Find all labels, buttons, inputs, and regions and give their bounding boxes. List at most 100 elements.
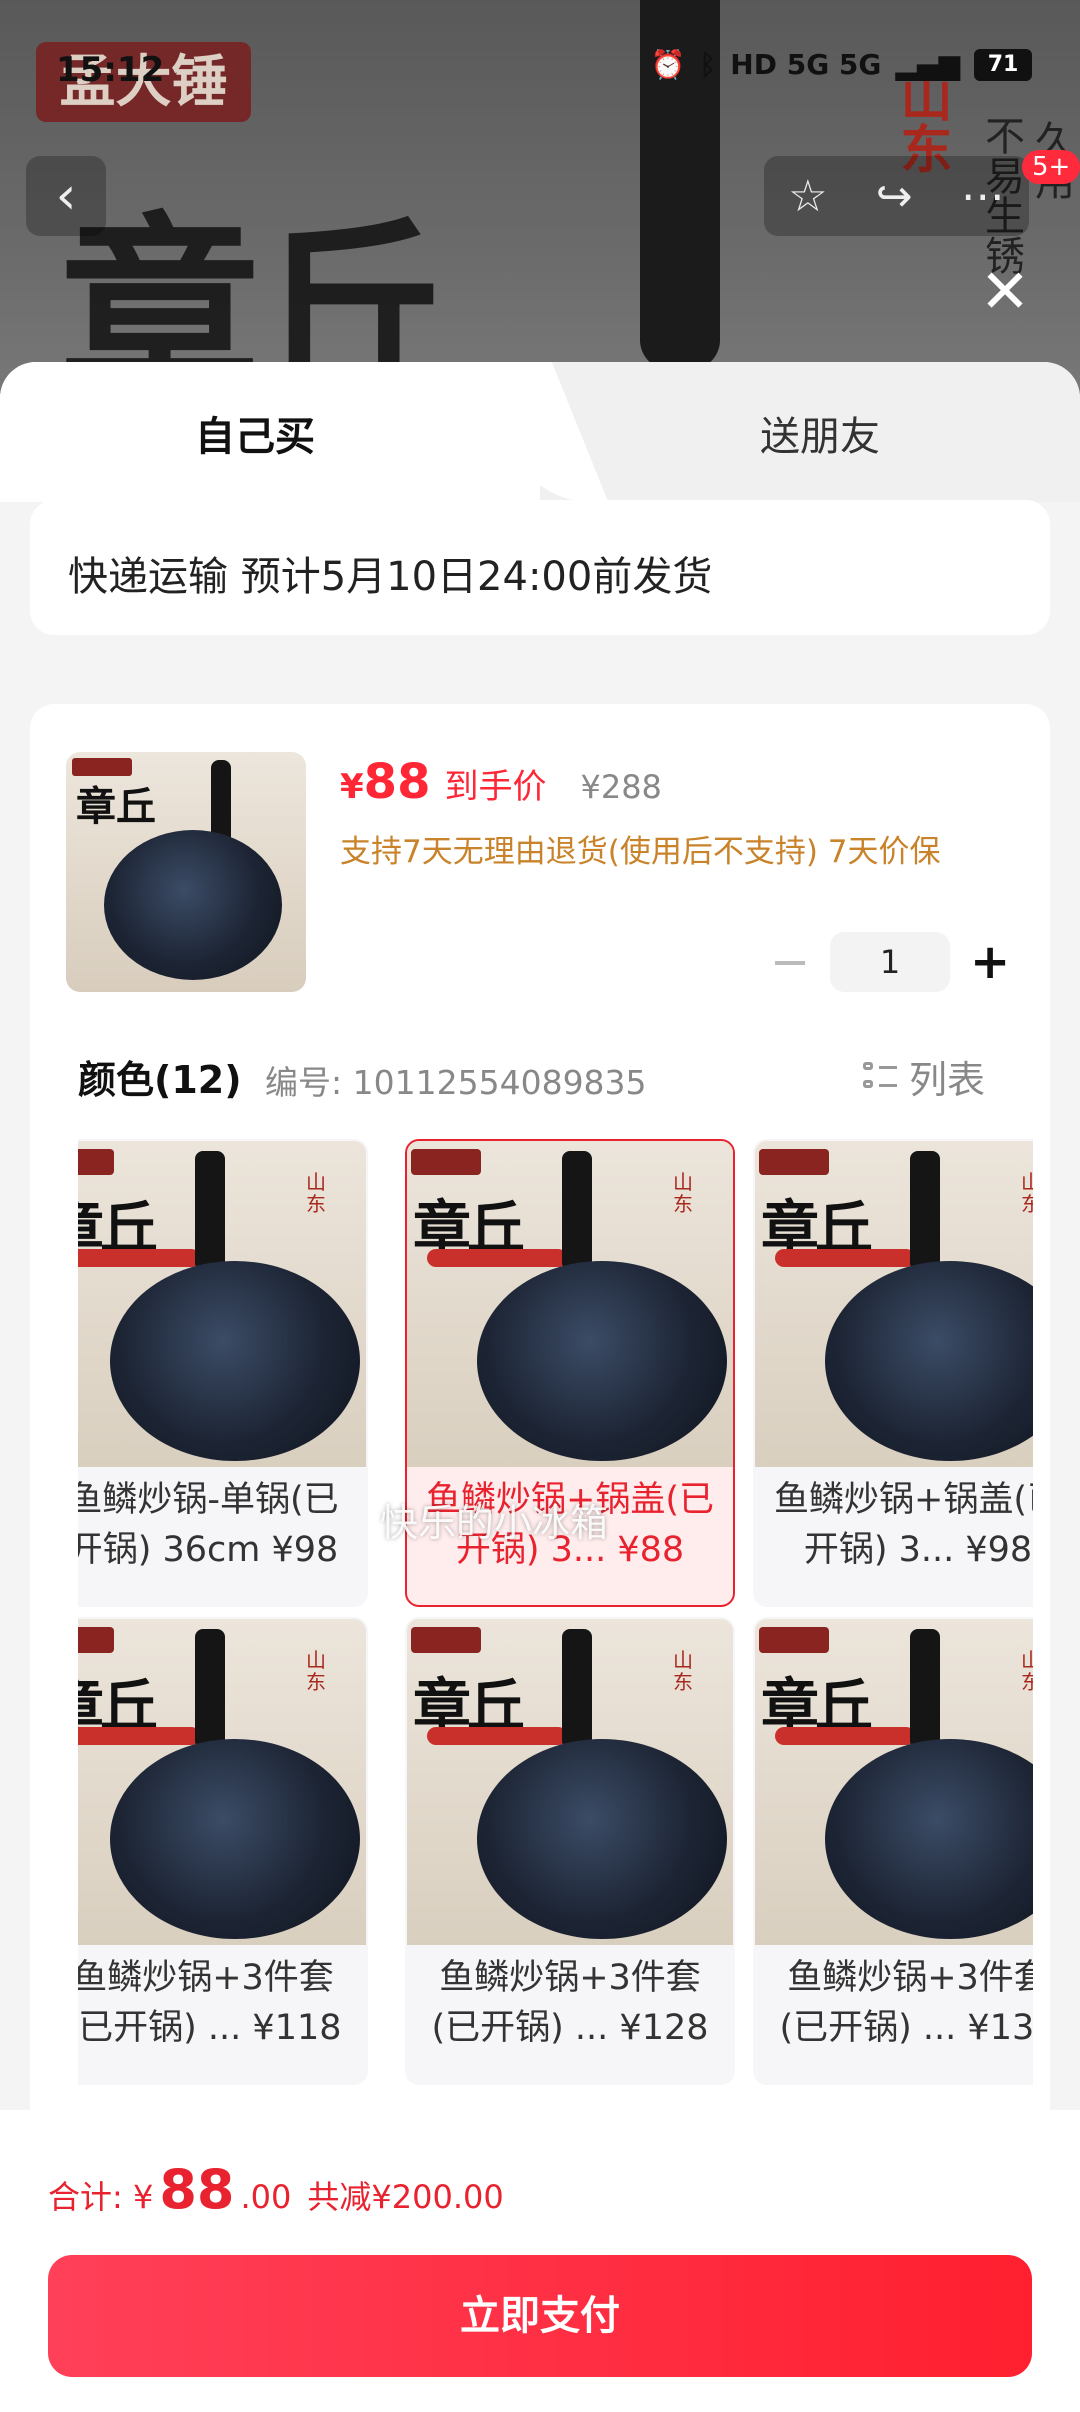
- variant-label-line2: (已开锅) ... ¥128: [431, 2008, 709, 2048]
- variant-image: 章丘 山东: [78, 1619, 366, 1945]
- variant-item[interactable]: 章丘 山东 鱼鳞炒锅+3件套 (已开锅) ... ¥138: [753, 1617, 1033, 2085]
- status-bar: 15:12 ⏰ ᛒ HD 5G 5G ▂▄▆ 71: [0, 44, 1080, 94]
- variant-label: 鱼鳞炒锅+3件套 (已开锅) ... ¥128: [407, 1953, 733, 2053]
- variant-item[interactable]: 章丘 山东 鱼鳞炒锅+锅盖(已开锅) 3... ¥98: [753, 1139, 1033, 1607]
- price-value: 88: [363, 754, 431, 810]
- variant-pan: [825, 1739, 1033, 1939]
- tab-gift-friend[interactable]: 送朋友: [760, 404, 880, 462]
- variant-red-strip: [78, 1249, 200, 1267]
- status-icons: ⏰ ᛒ HD 5G 5G ▂▄▆ 71: [651, 48, 1032, 81]
- signal-icon: ▂▄▆: [895, 48, 960, 81]
- price-row: ¥88 到手价 ¥288: [340, 754, 662, 810]
- variant-pan-handle: [562, 1629, 592, 1749]
- variant-seal: [759, 1149, 829, 1175]
- list-view-toggle[interactable]: 列表: [863, 1049, 985, 1104]
- total-int: 88: [159, 2158, 235, 2221]
- variant-label-line1: 鱼鳞炒锅+3件套: [439, 1958, 701, 1998]
- variant-seal: [78, 1627, 114, 1653]
- variant-seal: [78, 1149, 114, 1175]
- close-icon[interactable]: ✕: [975, 262, 1035, 322]
- shipping-text: 快递运输 预计5月10日24:00前发货: [68, 554, 713, 600]
- variant-label: 鱼鳞炒锅+锅盖(已开锅) 3... ¥98: [755, 1475, 1033, 1575]
- variant-label-line2: 开锅) 36cm ¥98: [78, 1530, 339, 1570]
- top-actions: ☆ ↪ ⋯: [764, 156, 1029, 236]
- variant-image: 章丘 山东: [78, 1141, 366, 1467]
- variant-seal: [411, 1627, 481, 1653]
- shipping-card: 快递运输 预计5月10日24:00前发货: [30, 500, 1050, 635]
- variant-vertical-red: 山东: [673, 1170, 693, 1216]
- pay-now-button[interactable]: 立即支付: [48, 2255, 1032, 2377]
- price-tag: 到手价: [444, 767, 547, 807]
- variant-label-line2: (已开锅) ... ¥118: [78, 2008, 342, 2048]
- variant-title: 颜色(12): [78, 1058, 242, 1102]
- battery-icon: 71: [974, 48, 1032, 81]
- variant-item[interactable]: 章丘 山东 鱼鳞炒锅+3件套 (已开锅) ... ¥128: [405, 1617, 735, 2085]
- variant-seal: [411, 1149, 481, 1175]
- variant-item[interactable]: 章丘 山东 鱼鳞炒锅+3件套 (已开锅) ... ¥118: [78, 1617, 368, 2085]
- share-icon[interactable]: ↪: [876, 171, 913, 222]
- variant-grid: 章丘 山东 鱼鳞炒锅-单锅(已开锅) 36cm ¥98 章丘 山东 鱼鳞: [78, 1139, 1033, 2139]
- variant-red-strip: [775, 1727, 915, 1745]
- variant-image: 章丘 山东: [407, 1141, 733, 1467]
- variant-label: 鱼鳞炒锅+3件套 (已开锅) ... ¥138: [755, 1953, 1033, 2053]
- message-badge: 5+: [1022, 150, 1080, 184]
- variant-pan: [110, 1261, 360, 1461]
- variant-label-line2: 开锅) 3... ¥98: [803, 1530, 1033, 1570]
- variant-label-line2: (已开锅) ... ¥138: [779, 2008, 1033, 2048]
- watermark-text: 快乐的小冰箱: [380, 1501, 609, 1545]
- variant-image: 章丘 山东: [755, 1619, 1033, 1945]
- variant-vertical-red: 山东: [673, 1648, 693, 1694]
- thumb-title: 章丘: [76, 783, 156, 830]
- variant-item[interactable]: 章丘 山东 鱼鳞炒锅-单锅(已开锅) 36cm ¥98: [78, 1139, 368, 1607]
- back-button[interactable]: ‹: [26, 156, 106, 236]
- bluetooth-icon: ᛒ: [699, 48, 717, 81]
- variant-pan: [477, 1739, 727, 1939]
- variant-vertical-red: 山东: [306, 1170, 326, 1216]
- list-icon: [863, 1060, 897, 1094]
- variant-red-strip: [775, 1249, 915, 1267]
- variant-vertical-red: 山东: [1021, 1649, 1033, 1693]
- chevron-left-icon: ‹: [55, 166, 77, 226]
- variant-code: 编号: 10112554089835: [265, 1063, 647, 1102]
- variant-red-strip: [78, 1727, 200, 1745]
- network-text: HD 5G 5G: [730, 48, 882, 81]
- variant-red-strip: [427, 1249, 567, 1267]
- status-time: 15:12: [56, 50, 165, 90]
- more-icon[interactable]: ⋯: [961, 171, 1005, 222]
- original-price: ¥288: [580, 768, 662, 806]
- variant-label-line1: 鱼鳞炒锅+3件套: [787, 1958, 1033, 1998]
- total-price: 合计: ¥ 88.00 共减¥200.00: [48, 2158, 504, 2221]
- current-price: ¥88: [340, 754, 430, 810]
- variant-label-line1: 鱼鳞炒锅+锅盖(已: [774, 1480, 1033, 1520]
- variant-pan-handle: [562, 1151, 592, 1271]
- variant-seal: [759, 1627, 829, 1653]
- tab-self-buy[interactable]: 自己买: [195, 404, 315, 462]
- alarm-icon: ⏰: [650, 48, 686, 81]
- variant-image: 章丘 山东: [755, 1141, 1033, 1467]
- minus-button[interactable]: −: [770, 934, 810, 990]
- quantity-stepper: − 1 +: [770, 932, 1010, 992]
- product-thumbnail[interactable]: 章丘: [66, 752, 306, 992]
- variant-label: 鱼鳞炒锅+3件套 (已开锅) ... ¥118: [78, 1953, 366, 2053]
- thumb-pan: [104, 830, 282, 980]
- variant-label: 鱼鳞炒锅-单锅(已 开锅) 36cm ¥98: [78, 1475, 366, 1575]
- variant-pan: [825, 1261, 1033, 1461]
- total-discount: 共减¥200.00: [307, 2178, 504, 2216]
- variant-label-line1: 鱼鳞炒锅+3件套: [78, 1958, 334, 1998]
- purchase-tabs: 自己买 送朋友: [0, 362, 1080, 502]
- total-decimal: .00: [240, 2178, 292, 2216]
- variant-pan-handle: [910, 1629, 940, 1749]
- plus-button[interactable]: +: [970, 934, 1010, 990]
- price-symbol: ¥: [340, 767, 364, 807]
- star-icon[interactable]: ☆: [788, 171, 827, 222]
- variant-pan-handle: [195, 1151, 225, 1271]
- guarantee-text: 支持7天无理由退货(使用后不支持) 7天价保: [340, 834, 941, 870]
- variant-vertical-red: 山东: [306, 1648, 326, 1694]
- variant-red-strip: [427, 1727, 567, 1745]
- variant-pan: [110, 1739, 360, 1939]
- variant-pan-handle: [910, 1151, 940, 1271]
- quantity-value[interactable]: 1: [830, 932, 950, 992]
- variant-vertical-red: 山东: [1021, 1171, 1033, 1215]
- total-label: 合计: ¥: [48, 2178, 154, 2216]
- variant-pan: [477, 1261, 727, 1461]
